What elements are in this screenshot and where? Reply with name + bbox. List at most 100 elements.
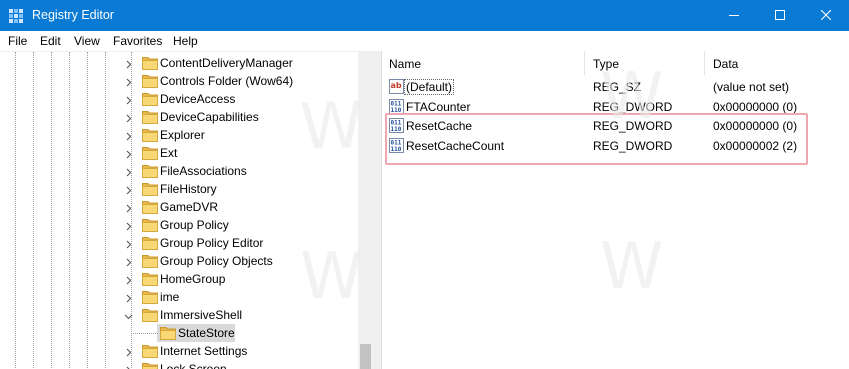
value-name: (Default) <box>404 79 455 95</box>
values-list-pane: Name Type Data ab (Default) REG_SZ (value n… <box>381 51 849 369</box>
chevron-right-icon[interactable] <box>124 94 132 105</box>
title-bar: Registry Editor <box>0 0 849 31</box>
value-data: 0x00000000 (0) <box>713 119 798 133</box>
folder-icon <box>142 361 158 369</box>
folder-icon <box>142 55 158 70</box>
tree-item-label: FileAssociations <box>160 164 247 178</box>
value-type: REG_SZ <box>593 80 642 94</box>
tree-item[interactable]: ImmersiveShell <box>0 306 358 324</box>
tree-connector <box>131 333 158 334</box>
tree-item[interactable]: Ext <box>0 144 358 162</box>
folder-icon <box>142 73 158 88</box>
tree-item-label: FileHistory <box>160 182 217 196</box>
dword-value-icon: 011 110 <box>389 137 404 153</box>
tree-item[interactable]: DeviceCapabilities <box>0 108 358 126</box>
tree-scrollbar-thumb[interactable] <box>360 344 371 369</box>
chevron-right-icon[interactable] <box>124 364 132 369</box>
tree-item[interactable]: GameDVR <box>0 198 358 216</box>
chevron-right-icon[interactable] <box>124 112 132 123</box>
tree-item[interactable]: StateStore <box>0 324 358 342</box>
chevron-right-icon[interactable] <box>124 148 132 159</box>
value-data: 0x00000002 (2) <box>713 138 798 153</box>
string-value-icon: ab <box>389 79 404 94</box>
tree-item[interactable]: Group Policy <box>0 216 358 234</box>
tree-item-label: Controls Folder (Wow64) <box>160 74 294 88</box>
tree-item-label: ime <box>160 290 180 304</box>
chevron-down-icon[interactable] <box>124 310 133 320</box>
folder-icon <box>142 235 158 250</box>
tree-item[interactable]: FileAssociations <box>0 162 358 180</box>
folder-icon <box>142 271 158 286</box>
menu-edit[interactable]: Edit <box>40 34 61 48</box>
tree-item-label: Group Policy <box>160 218 229 232</box>
menu-file[interactable]: File <box>8 34 27 48</box>
chevron-right-icon[interactable] <box>124 292 132 303</box>
chevron-right-icon[interactable] <box>124 166 132 177</box>
chevron-right-icon[interactable] <box>124 130 132 141</box>
folder-icon <box>142 253 158 268</box>
value-row[interactable]: 011 110 FTACounter REG_DWORD 0x00000000 (0) <box>382 97 849 116</box>
tree-item-label: Lock Screen <box>160 362 227 369</box>
svg-text:ab: ab <box>391 81 402 90</box>
chevron-right-icon[interactable] <box>124 220 132 231</box>
menu-bar: File Edit View Favorites Help <box>0 31 849 51</box>
value-type: REG_DWORD <box>593 119 673 133</box>
chevron-right-icon[interactable] <box>124 184 132 195</box>
value-row[interactable]: 011 110 ResetCache REG_DWORD 0x00000000 (0) <box>382 116 849 135</box>
menu-help[interactable]: Help <box>173 34 198 48</box>
tree-item-label: Group Policy Editor <box>160 236 264 250</box>
tree-item[interactable]: Internet Settings <box>0 342 358 360</box>
tree-item[interactable]: Group Policy Editor <box>0 234 358 252</box>
folder-icon <box>142 109 158 124</box>
chevron-right-icon[interactable] <box>124 202 132 213</box>
chevron-right-icon[interactable] <box>124 256 132 267</box>
chevron-right-icon[interactable] <box>124 58 132 69</box>
chevron-right-icon[interactable] <box>124 76 132 87</box>
chevron-right-icon[interactable] <box>124 274 132 285</box>
folder-icon <box>160 325 176 340</box>
folder-icon <box>142 217 158 232</box>
tree-item[interactable]: ContentDeliveryManager <box>0 54 358 72</box>
tree-item-label: DeviceAccess <box>160 92 236 106</box>
tree-item-label: ImmersiveShell <box>160 308 243 322</box>
tree-item-label: Internet Settings <box>160 344 248 358</box>
tree-item-label: Ext <box>160 146 178 160</box>
value-row[interactable]: 011 110 ResetCacheCount REG_DWORD 0x00000002… <box>382 136 849 155</box>
value-name: ResetCache <box>406 119 473 133</box>
tree-item[interactable]: Controls Folder (Wow64) <box>0 72 358 90</box>
chevron-right-icon[interactable] <box>124 238 132 249</box>
dword-value-icon: 011 110 <box>389 118 404 133</box>
folder-icon <box>142 181 158 196</box>
column-header-type[interactable]: Type <box>585 51 704 75</box>
tree-item[interactable]: Lock Screen <box>0 360 358 369</box>
registry-editor-icon <box>8 8 24 24</box>
tree-item[interactable]: Explorer <box>0 126 358 144</box>
pane-splitter[interactable] <box>373 51 381 369</box>
menu-view[interactable]: View <box>74 34 100 48</box>
tree-item[interactable]: HomeGroup <box>0 270 358 288</box>
value-name: ResetCacheCount <box>406 138 505 153</box>
tree-item-label: StateStore <box>178 326 235 340</box>
minimize-icon <box>729 15 739 16</box>
tree-item-label: Explorer <box>160 128 205 142</box>
folder-icon <box>142 163 158 178</box>
svg-text:110: 110 <box>391 126 402 133</box>
tree-item[interactable]: DeviceAccess <box>0 90 358 108</box>
tree-scrollbar[interactable] <box>358 52 373 369</box>
column-header-data[interactable]: Data <box>705 51 849 75</box>
column-header-name[interactable]: Name <box>382 51 584 75</box>
minimize-button[interactable] <box>711 0 757 31</box>
tree-item[interactable]: FileHistory <box>0 180 358 198</box>
window-title: Registry Editor <box>32 8 114 22</box>
folder-icon <box>142 145 158 160</box>
tree-item[interactable]: ime <box>0 288 358 306</box>
chevron-right-icon[interactable] <box>124 346 132 357</box>
dword-value-icon: 011 110 <box>389 98 404 114</box>
value-row[interactable]: ab (Default) REG_SZ (value not set) <box>382 77 849 96</box>
svg-text:110: 110 <box>391 107 402 114</box>
close-button[interactable] <box>803 0 849 31</box>
tree-item[interactable]: Group Policy Objects <box>0 252 358 270</box>
folder-icon <box>142 199 158 214</box>
menu-favorites[interactable]: Favorites <box>113 34 162 48</box>
maximize-button[interactable] <box>757 0 803 31</box>
